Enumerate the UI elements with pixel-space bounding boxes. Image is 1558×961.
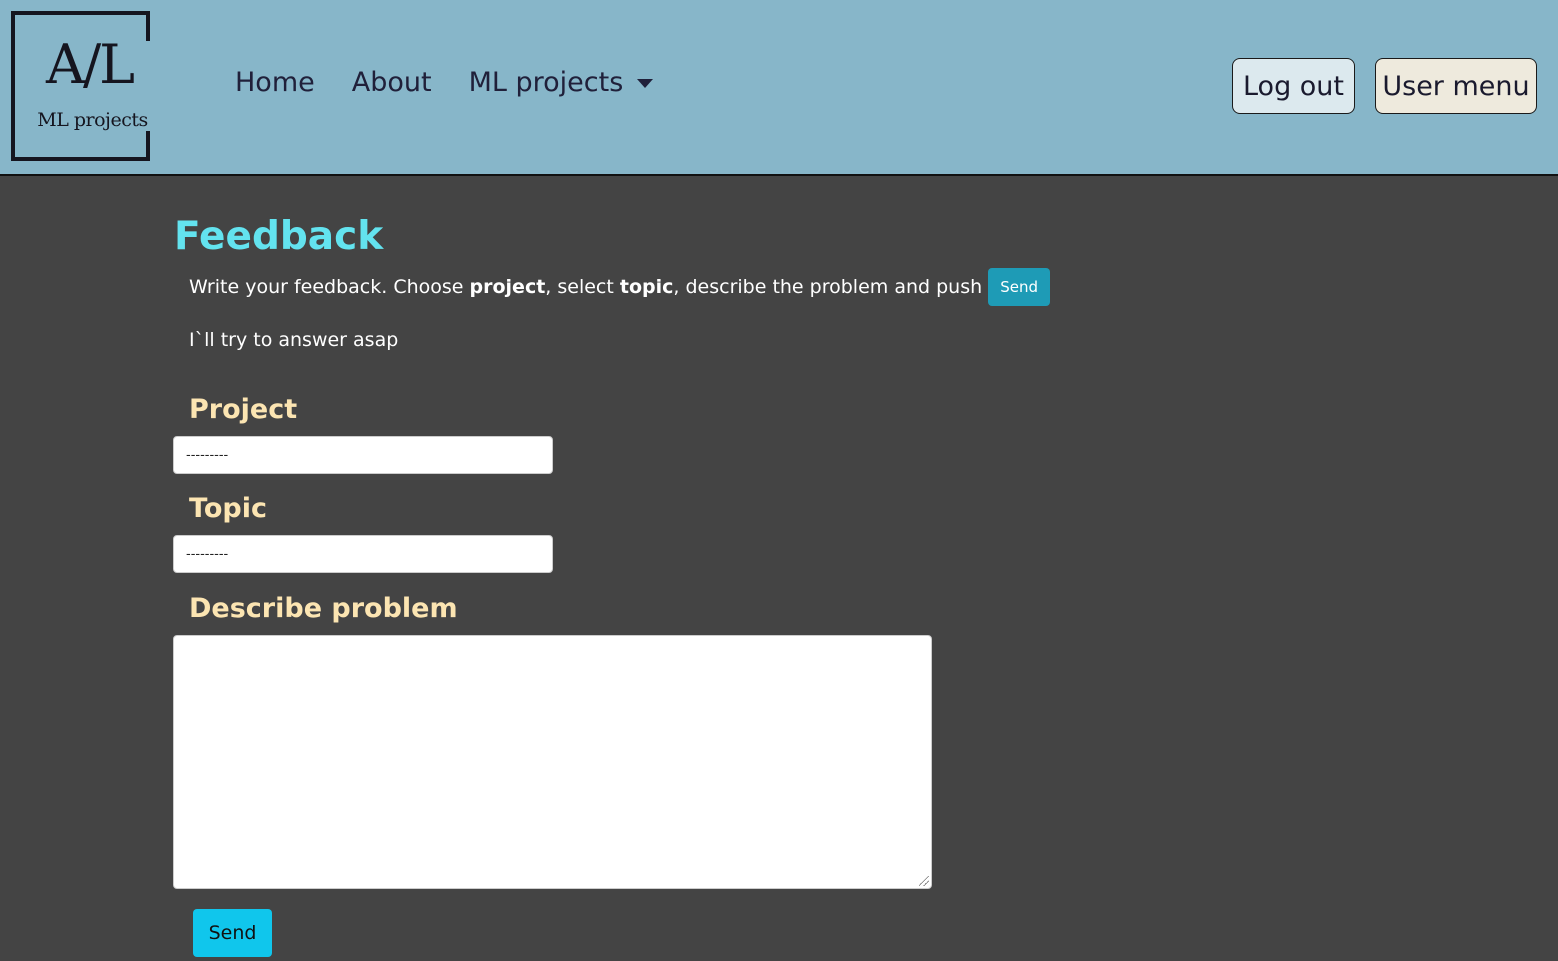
intro-part-1: Write your feedback. Choose — [189, 276, 470, 298]
logo-subtitle: ML projects — [37, 109, 148, 131]
nav-about-link[interactable]: About — [352, 67, 432, 98]
describe-problem-label: Describe problem — [189, 593, 458, 624]
topic-select-value: --------- — [186, 546, 229, 562]
nav-ml-projects-dropdown[interactable]: ML projects — [469, 67, 654, 98]
send-button[interactable]: Send — [193, 909, 272, 957]
page-title: Feedback — [174, 214, 384, 259]
reply-note: I`ll try to answer asap — [189, 329, 399, 351]
intro-part-3: , describe the problem and push — [673, 276, 983, 298]
user-menu-button[interactable]: User menu — [1375, 58, 1537, 114]
main-nav: Home About ML projects — [235, 67, 690, 98]
nav-ml-projects-label: ML projects — [468, 67, 624, 98]
nav-home-link[interactable]: Home — [235, 67, 315, 98]
describe-problem-textarea[interactable] — [173, 635, 932, 889]
project-label: Project — [189, 394, 298, 425]
site-logo[interactable]: A/L ML projects — [11, 11, 150, 161]
resize-handle-icon[interactable] — [919, 876, 929, 886]
logo-title: A/L — [45, 33, 135, 96]
logout-button[interactable]: Log out — [1232, 58, 1355, 114]
inline-send-button[interactable]: Send — [988, 268, 1051, 306]
intro-bold-topic: topic — [619, 276, 674, 298]
navbar: A/L ML projects Home About ML projects L… — [0, 0, 1558, 176]
topic-select[interactable]: --------- — [173, 535, 553, 573]
project-select-value: --------- — [186, 447, 229, 463]
intro-bold-project: project — [469, 276, 546, 298]
intro-part-2: , select — [545, 276, 620, 298]
intro-text: Write your feedback. Choose project , se… — [189, 268, 1051, 306]
topic-label: Topic — [189, 493, 267, 524]
project-select[interactable]: --------- — [173, 436, 553, 474]
chevron-down-icon — [637, 79, 654, 88]
